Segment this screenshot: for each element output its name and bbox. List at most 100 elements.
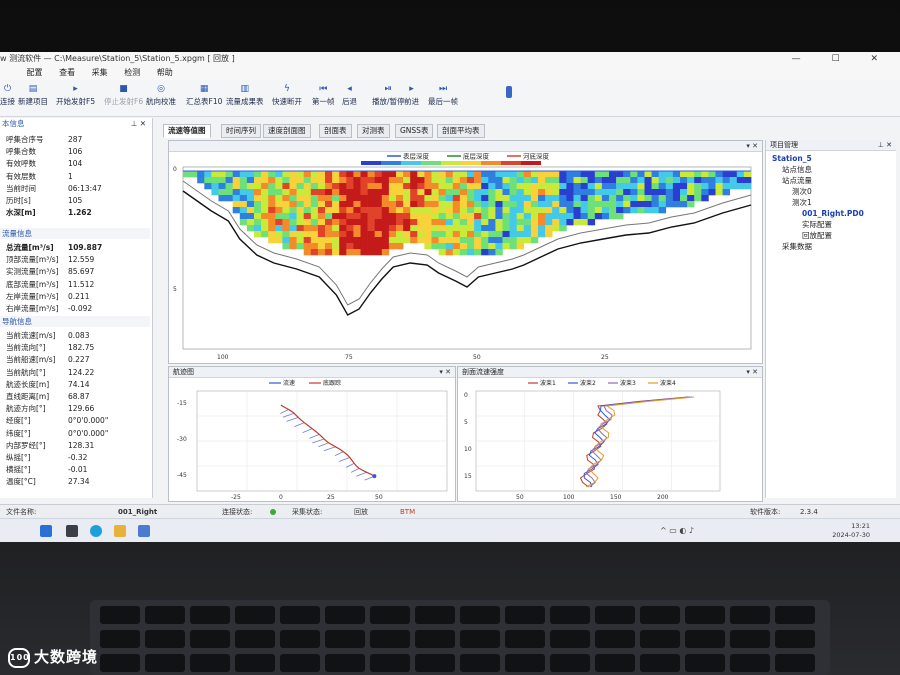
velocity-cell <box>623 189 630 195</box>
slider-handle[interactable] <box>506 86 512 98</box>
velocity-cell <box>630 177 637 183</box>
velocity-cell <box>183 171 190 177</box>
velocity-cell <box>339 195 346 201</box>
toolbar-button-6[interactable]: ▥ 流量成果表 <box>226 84 264 107</box>
y-tick: -30 <box>177 436 187 443</box>
toolbar-button-2[interactable]: ▸ 开始发射F5 <box>56 84 95 107</box>
toolbar-button-9[interactable]: ◂ 后退 <box>342 84 357 107</box>
velocity-cell <box>581 201 588 207</box>
velocity-cell <box>510 213 517 219</box>
tab-6[interactable]: 剖面平均表 <box>437 124 485 138</box>
velocity-cell <box>325 231 332 237</box>
tree-node[interactable]: 001_Right.PD0 <box>802 209 864 219</box>
velocity-cell <box>389 183 396 189</box>
velocity-cell <box>488 201 495 207</box>
tree-node[interactable]: Station_5 <box>772 154 812 164</box>
tab-2[interactable]: 速度剖面图 <box>263 124 311 138</box>
velocity-cell <box>353 177 360 183</box>
menu-help[interactable]: 帮助 <box>157 66 173 80</box>
tab-3[interactable]: 剖面表 <box>319 124 352 138</box>
velocity-cell <box>659 207 666 213</box>
info-value: 0.083 <box>68 330 89 341</box>
velocity-cell <box>403 231 410 237</box>
tab-0[interactable]: 流速等值图 <box>163 124 211 138</box>
toolbar-button-8[interactable]: ⏮ 第一帧 <box>312 84 335 107</box>
clock[interactable]: 13:21 2024-07-30 <box>832 522 870 540</box>
velocity-cell <box>467 171 474 177</box>
toolbar-button-7[interactable]: ϟ 快速断开 <box>272 84 302 107</box>
track-chart: 流速 底跟踪-15-30-45-25 0 25 50 <box>169 377 455 501</box>
browser-icon[interactable] <box>90 525 102 537</box>
tree-node[interactable]: 测次0 <box>792 187 812 197</box>
menu-acquire[interactable]: 采集 <box>92 66 108 80</box>
tab-5[interactable]: GNSS表 <box>395 124 433 138</box>
tree-node[interactable]: 采集数据 <box>782 242 812 252</box>
velocity-cell <box>297 183 304 189</box>
velocity-cell <box>375 207 382 213</box>
app-icon[interactable] <box>138 525 150 537</box>
start-icon[interactable] <box>40 525 52 537</box>
velocity-cell <box>673 183 680 189</box>
toolbar-button-11[interactable]: ▸ 前进 <box>404 84 419 107</box>
velocity-cell <box>453 189 460 195</box>
toolbar-button-1[interactable]: ▤ 新建项目 <box>18 84 48 107</box>
tree-node[interactable]: 实际配置 <box>802 220 832 230</box>
menu-detect[interactable]: 检测 <box>124 66 140 80</box>
velocity-cell <box>275 201 282 207</box>
velocity-cell <box>503 201 510 207</box>
menu-config[interactable]: 配置 <box>27 66 43 80</box>
toolbar-button-12[interactable]: ⏭ 最后一帧 <box>428 84 458 107</box>
app-window: w 测流软件 — C:\Measure\Station_5\Station_5.… <box>0 52 900 542</box>
keyboard-key <box>325 630 365 648</box>
velocity-cell <box>503 195 510 201</box>
keyboard-key <box>775 654 815 672</box>
info-value: 109.887 <box>68 242 102 253</box>
velocity-cell <box>410 183 417 189</box>
task-view-icon[interactable] <box>66 525 78 537</box>
window-controls[interactable]: — ☐ ✕ <box>792 52 892 66</box>
velocity-cell <box>432 189 439 195</box>
tree-node[interactable]: 站点信息 <box>782 165 812 175</box>
velocity-cell <box>574 219 581 225</box>
info-row: 有效层数 1 <box>0 171 150 182</box>
step-back-icon: ◂ <box>345 84 355 94</box>
velocity-cell <box>652 177 659 183</box>
velocity-cell <box>410 207 417 213</box>
tab-4[interactable]: 对测表 <box>357 124 390 138</box>
velocity-cell <box>353 207 360 213</box>
velocity-cell <box>481 171 488 177</box>
velocity-cell <box>495 183 502 189</box>
toolbar-button-5[interactable]: ▦ 汇总表F10 <box>186 84 222 107</box>
tab-1[interactable]: 时间序列 <box>221 124 261 138</box>
velocity-cell <box>268 177 275 183</box>
tree-node[interactable]: 站点流量 <box>782 176 812 186</box>
velocity-cell <box>481 195 488 201</box>
velocity-cell <box>325 219 332 225</box>
tray-icons[interactable]: ^ ▭ ◐ ♪ <box>660 527 720 535</box>
velocity-cell <box>297 219 304 225</box>
menu-view[interactable]: 查看 <box>59 66 75 80</box>
velocity-cell <box>652 195 659 201</box>
velocity-cell <box>311 219 318 225</box>
folder-icon[interactable] <box>114 525 126 537</box>
velocity-cell <box>602 207 609 213</box>
velocity-cell <box>517 237 524 243</box>
tree-node[interactable]: 回放配置 <box>802 231 832 241</box>
velocity-cell <box>275 183 282 189</box>
velocity-cell <box>290 237 297 243</box>
velocity-cell <box>368 207 375 213</box>
velocity-cell <box>282 231 289 237</box>
toolbar-button-3[interactable]: ■ 停止发射F6 <box>104 84 143 107</box>
velocity-cell <box>361 201 368 207</box>
toolbar-button-0[interactable]: ⏻ 连接 <box>0 84 15 107</box>
velocity-cell <box>297 195 304 201</box>
legend-label: 底跟踪 <box>323 379 341 387</box>
velocity-cell <box>566 213 573 219</box>
toolbar-button-4[interactable]: ◎ 航向校准 <box>146 84 176 107</box>
velocity-cell <box>389 177 396 183</box>
toolbar-button-10[interactable]: ⏯ 播放/暂停 <box>372 84 405 107</box>
velocity-cell <box>503 213 510 219</box>
tree-node[interactable]: 测次1 <box>792 198 812 208</box>
velocity-cell <box>510 189 517 195</box>
velocity-cell <box>297 237 304 243</box>
